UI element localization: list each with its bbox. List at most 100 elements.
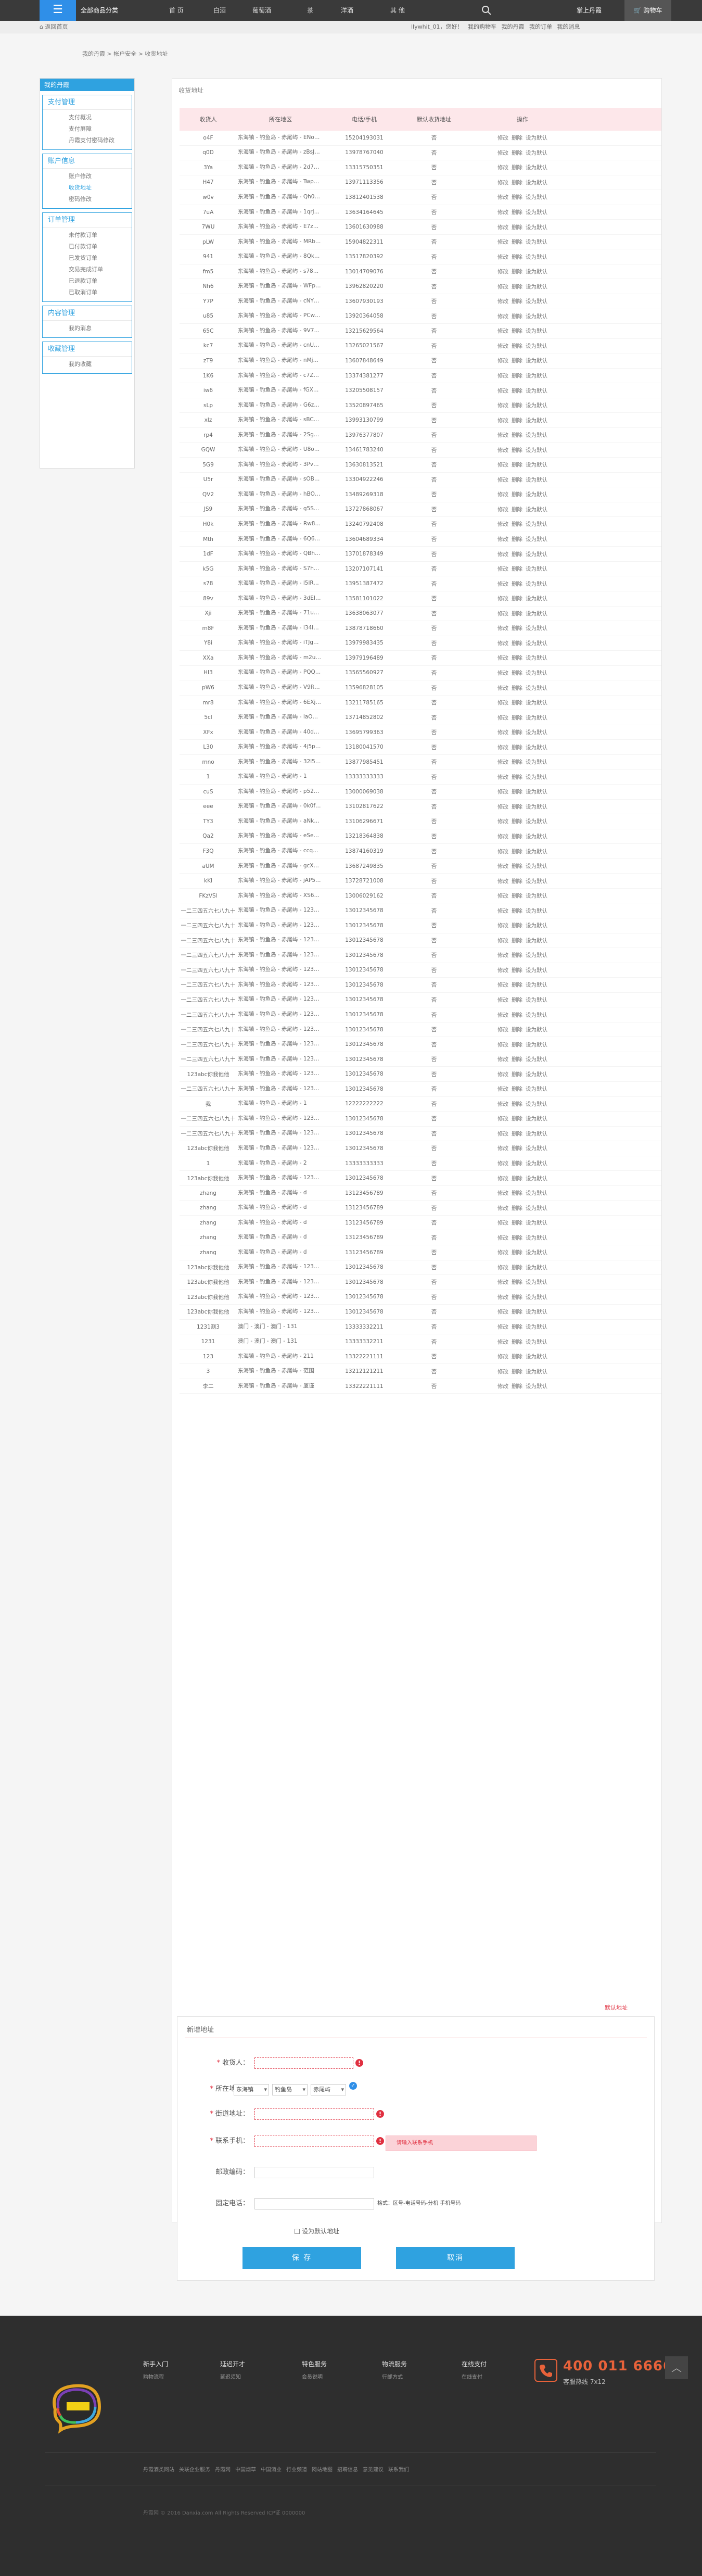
set-default-link[interactable]: 设为默认 <box>526 863 547 869</box>
sidebar-item[interactable]: 未付款订单 <box>43 230 132 241</box>
edit-link[interactable]: 修改 <box>497 952 508 958</box>
set-default-link[interactable]: 设为默认 <box>526 1294 547 1300</box>
edit-link[interactable]: 修改 <box>497 1265 508 1271</box>
set-default-link[interactable]: 设为默认 <box>526 744 547 751</box>
edit-link[interactable]: 修改 <box>497 418 508 424</box>
sidebar-item[interactable]: 交易完成订单 <box>43 264 132 275</box>
set-default-link[interactable]: 设为默认 <box>526 1160 547 1167</box>
set-default-link[interactable]: 设为默认 <box>526 1220 547 1226</box>
delete-link[interactable]: 删除 <box>512 566 522 572</box>
nav-link-tea[interactable]: 茶 <box>307 0 313 21</box>
delete-link[interactable]: 删除 <box>512 729 522 736</box>
set-default-link[interactable]: 设为默认 <box>526 1279 547 1285</box>
my-orders-link[interactable]: 我的订单 <box>529 23 552 30</box>
delete-link[interactable]: 删除 <box>512 1309 522 1315</box>
set-default-link[interactable]: 设为默认 <box>526 1012 547 1018</box>
delete-link[interactable]: 删除 <box>512 180 522 186</box>
edit-link[interactable]: 修改 <box>497 313 508 320</box>
street-input[interactable] <box>254 2108 374 2120</box>
zip-input[interactable] <box>254 2167 374 2178</box>
set-default-link[interactable]: 设为默认 <box>526 893 547 899</box>
sidebar-item[interactable]: 支付概况 <box>43 112 132 123</box>
edit-link[interactable]: 修改 <box>497 551 508 558</box>
edit-link[interactable]: 修改 <box>497 328 508 334</box>
delete-link[interactable]: 删除 <box>512 893 522 899</box>
search-icon[interactable] <box>481 5 492 16</box>
set-default-link[interactable]: 设为默认 <box>526 402 547 409</box>
footer-link[interactable]: 会员说明 <box>302 2373 327 2382</box>
edit-link[interactable]: 修改 <box>497 1220 508 1226</box>
sidebar-item[interactable]: 已取消订单 <box>43 287 132 298</box>
edit-link[interactable]: 修改 <box>497 715 508 721</box>
edit-link[interactable]: 修改 <box>497 1235 508 1241</box>
set-default-link[interactable]: 设为默认 <box>526 447 547 453</box>
edit-link[interactable]: 修改 <box>497 165 508 171</box>
edit-link[interactable]: 修改 <box>497 596 508 602</box>
edit-link[interactable]: 修改 <box>497 373 508 379</box>
delete-link[interactable]: 删除 <box>512 834 522 840</box>
set-default-link[interactable]: 设为默认 <box>526 269 547 275</box>
city-select[interactable]: 钓鱼岛 <box>272 2084 308 2095</box>
edit-link[interactable]: 修改 <box>497 1339 508 1345</box>
delete-link[interactable]: 删除 <box>512 1324 522 1330</box>
edit-link[interactable]: 修改 <box>497 462 508 468</box>
edit-link[interactable]: 修改 <box>497 1249 508 1256</box>
delete-link[interactable]: 删除 <box>512 462 522 468</box>
sidebar-item[interactable]: 我的收藏 <box>43 359 132 370</box>
footer-bottom-link[interactable]: 意见建议 <box>363 2467 384 2473</box>
edit-link[interactable]: 修改 <box>497 150 508 156</box>
delete-link[interactable]: 删除 <box>512 1279 522 1285</box>
set-default-link[interactable]: 设为默认 <box>526 1309 547 1315</box>
delete-link[interactable]: 删除 <box>512 1042 522 1048</box>
set-default-link[interactable]: 设为默认 <box>526 1190 547 1196</box>
edit-link[interactable]: 修改 <box>497 254 508 260</box>
delete-link[interactable]: 删除 <box>512 789 522 795</box>
default-checkbox[interactable]: 设为默认地址 <box>295 2226 339 2237</box>
edit-link[interactable]: 修改 <box>497 685 508 691</box>
set-default-link[interactable]: 设为默认 <box>526 1176 547 1182</box>
set-default-link[interactable]: 设为默认 <box>526 818 547 825</box>
delete-link[interactable]: 删除 <box>512 611 522 617</box>
cancel-button[interactable]: 取消 <box>396 2247 515 2269</box>
nav-link-baijiu[interactable]: 白酒 <box>213 0 226 21</box>
delete-link[interactable]: 删除 <box>512 670 522 676</box>
set-default-link[interactable]: 设为默认 <box>526 1383 547 1390</box>
set-default-link[interactable]: 设为默认 <box>526 462 547 468</box>
edit-link[interactable]: 修改 <box>497 1294 508 1300</box>
delete-link[interactable]: 删除 <box>512 150 522 156</box>
edit-link[interactable]: 修改 <box>497 507 508 513</box>
edit-link[interactable]: 修改 <box>497 284 508 290</box>
delete-link[interactable]: 删除 <box>512 1190 522 1196</box>
set-default-link[interactable]: 设为默认 <box>526 1027 547 1033</box>
edit-link[interactable]: 修改 <box>497 1101 508 1107</box>
delete-link[interactable]: 删除 <box>512 1056 522 1063</box>
delete-link[interactable]: 删除 <box>512 1220 522 1226</box>
set-default-link[interactable]: 设为默认 <box>526 967 547 974</box>
set-default-link[interactable]: 设为默认 <box>526 491 547 498</box>
delete-link[interactable]: 删除 <box>512 625 522 632</box>
delete-link[interactable]: 删除 <box>512 1235 522 1241</box>
set-default-link[interactable]: 设为默认 <box>526 923 547 929</box>
delete-link[interactable]: 删除 <box>512 135 522 141</box>
edit-link[interactable]: 修改 <box>497 536 508 542</box>
edit-link[interactable]: 修改 <box>497 224 508 231</box>
set-default-link[interactable]: 设为默认 <box>526 700 547 706</box>
sidebar-item[interactable]: 已发货订单 <box>43 252 132 264</box>
footer-link[interactable]: 在线支付 <box>462 2373 487 2382</box>
my-messages-link[interactable]: 我的消息 <box>557 23 580 30</box>
save-button[interactable]: 保 存 <box>242 2247 361 2269</box>
edit-link[interactable]: 修改 <box>497 818 508 825</box>
set-default-link[interactable]: 设为默认 <box>526 1205 547 1211</box>
edit-link[interactable]: 修改 <box>497 729 508 736</box>
edit-link[interactable]: 修改 <box>497 432 508 438</box>
footer-bottom-link[interactable]: 联系我们 <box>388 2467 409 2473</box>
delete-link[interactable]: 删除 <box>512 328 522 334</box>
edit-link[interactable]: 修改 <box>497 774 508 780</box>
delete-link[interactable]: 删除 <box>512 313 522 320</box>
sidebar-item[interactable]: 密码修改 <box>43 194 132 205</box>
set-default-link[interactable]: 设为默认 <box>526 1071 547 1078</box>
edit-link[interactable]: 修改 <box>497 938 508 944</box>
delete-link[interactable]: 删除 <box>512 967 522 974</box>
edit-link[interactable]: 修改 <box>497 1309 508 1315</box>
delete-link[interactable]: 删除 <box>512 1354 522 1360</box>
